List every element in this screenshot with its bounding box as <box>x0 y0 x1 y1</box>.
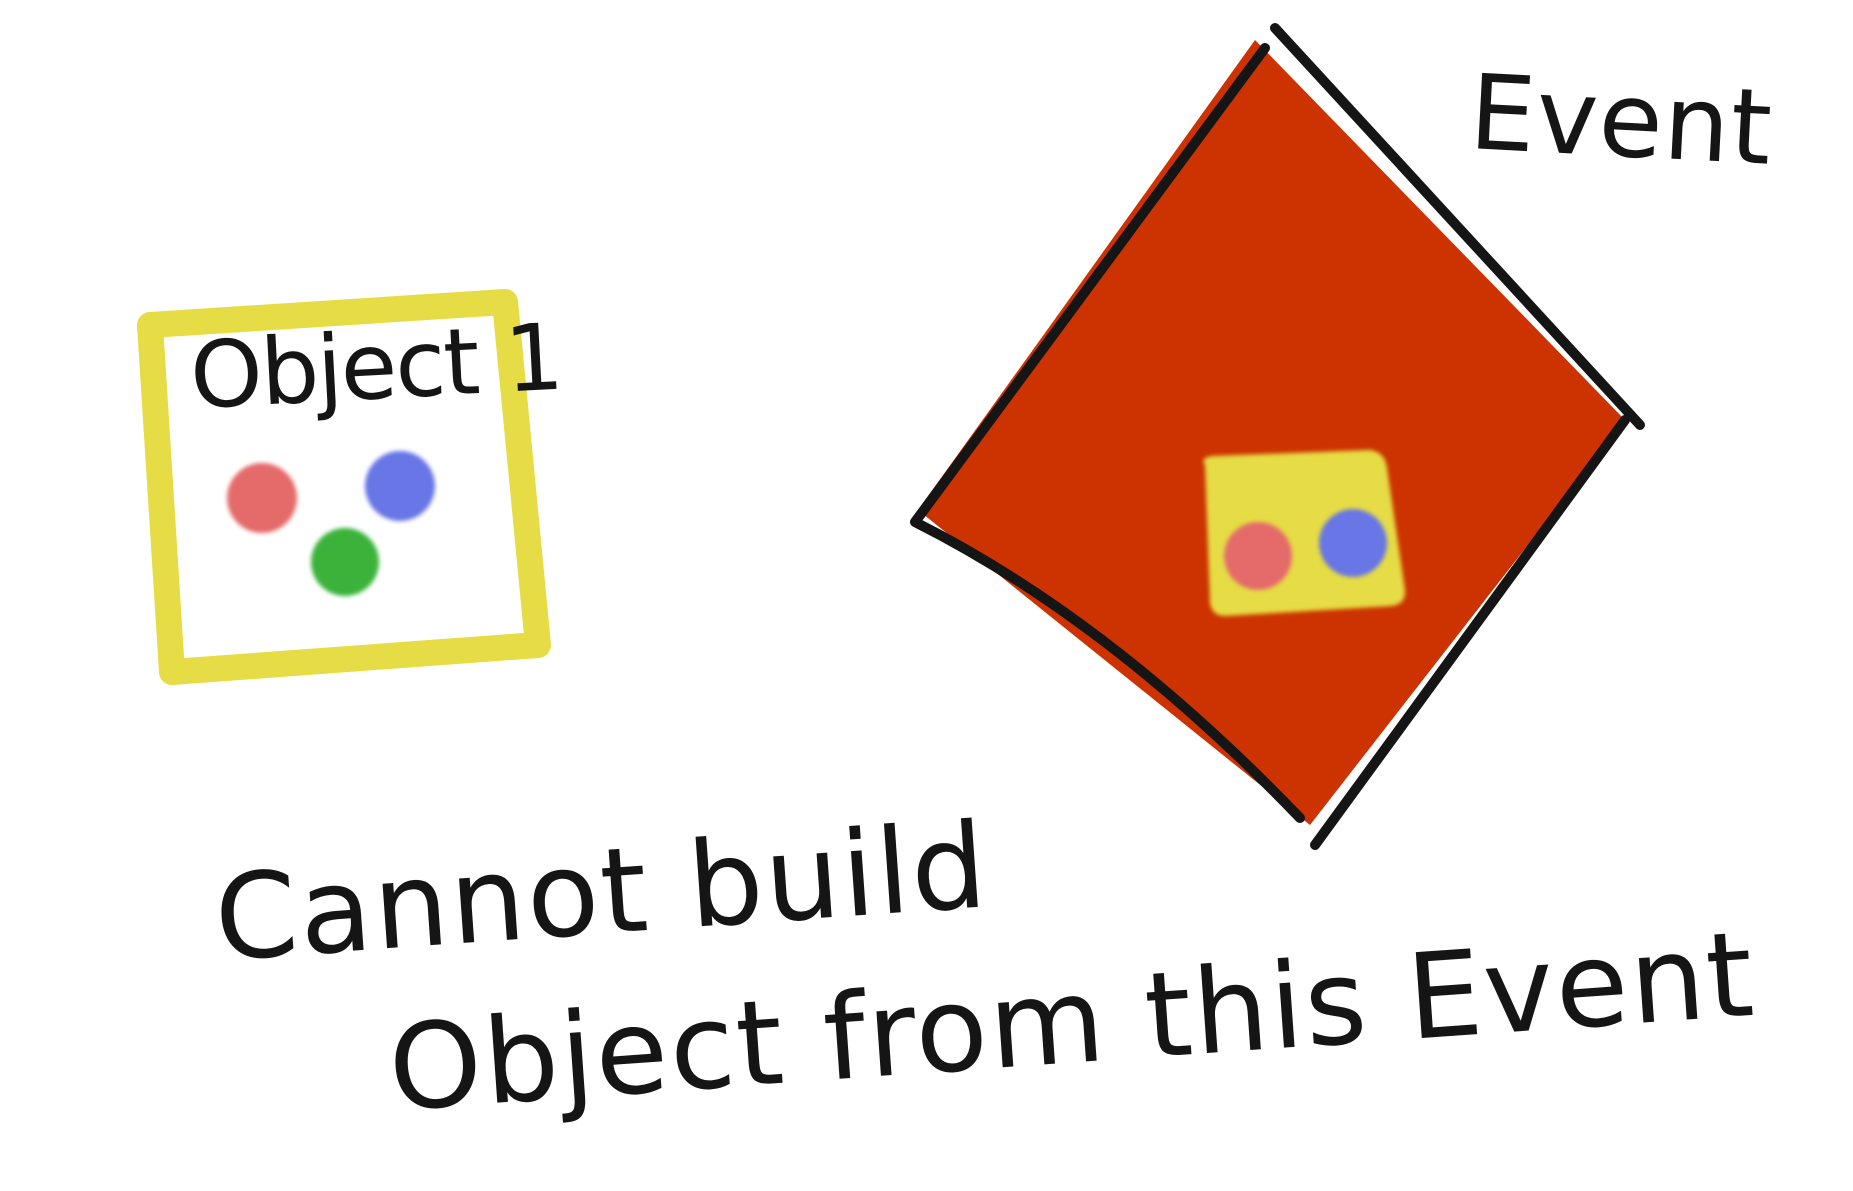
event-group: Event <box>910 23 1776 850</box>
diagram-canvas: Object 1 Event Cannot build Object from … <box>137 23 1776 1138</box>
event-inner-dot-blue <box>1319 509 1387 577</box>
object1-label: Object 1 <box>188 304 564 430</box>
object1-dot-red <box>227 463 297 533</box>
object1-group: Object 1 <box>137 289 564 685</box>
event-inner-dot-red <box>1224 522 1292 590</box>
object1-dot-green <box>311 528 379 596</box>
event-label: Event <box>1467 51 1776 189</box>
caption-line-1: Cannot build <box>210 796 992 988</box>
object1-dot-blue <box>365 451 435 521</box>
caption-group: Cannot build Object from this Event <box>210 796 1759 1138</box>
